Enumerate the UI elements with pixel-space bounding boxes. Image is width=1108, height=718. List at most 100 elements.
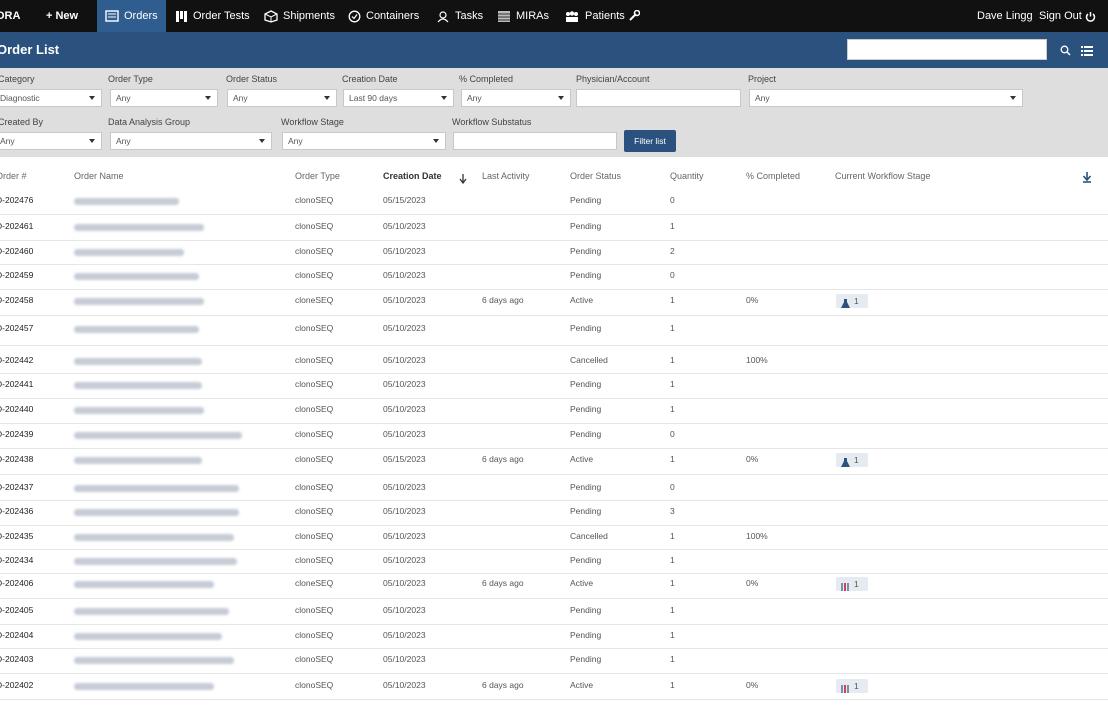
table-row[interactable]: D-202405 clonoSEQ 05/10/2023 Pending 1 [0, 598, 1108, 625]
order-name-redacted[interactable] [74, 534, 234, 541]
project-select[interactable]: Any [749, 89, 1023, 107]
nav-tasks[interactable]: Tasks [436, 0, 483, 32]
table-row[interactable]: D-202438 clonoSEQ 05/15/2023 6 days ago Acti… [0, 448, 1108, 475]
category-select[interactable]: Diagnostic [0, 89, 102, 107]
order-name-redacted[interactable] [74, 683, 214, 690]
order-id-link[interactable]: D-202458 [0, 295, 33, 305]
order-id-link[interactable]: D-202461 [0, 221, 33, 231]
data-analysis-group-select[interactable]: Any [110, 132, 272, 150]
table-row[interactable]: D-202461 clonoSEQ 05/10/2023 Pending 1 [0, 214, 1108, 241]
order-id-link[interactable]: D-202460 [0, 246, 33, 256]
search-input[interactable] [847, 39, 1047, 60]
sort-down-icon[interactable] [459, 171, 467, 189]
order-name-redacted[interactable] [74, 326, 199, 333]
order-id-link[interactable]: D-202402 [0, 680, 33, 690]
order-type-select[interactable]: Any [110, 89, 218, 107]
order-id-link[interactable]: D-202437 [0, 482, 33, 492]
table-row[interactable]: D-202440 clonoSEQ 05/10/2023 Pending 1 [0, 398, 1108, 424]
order-id-link[interactable]: D-202406 [0, 578, 33, 588]
physician-account-input[interactable] [576, 89, 741, 107]
order-id-link[interactable]: D-202404 [0, 630, 33, 640]
order-name-redacted[interactable] [74, 509, 239, 516]
search-icon[interactable] [1060, 43, 1071, 61]
order-id-link[interactable]: D-202442 [0, 355, 33, 365]
order-name-redacted[interactable] [74, 608, 229, 615]
col-quantity[interactable]: Quantity [670, 171, 704, 181]
table-row[interactable]: D-202406 cloneSEQ 05/10/2023 6 days ago Acti… [0, 573, 1108, 599]
app-brand[interactable]: ORA [0, 0, 20, 32]
order-status-select[interactable]: Any [227, 89, 337, 107]
order-id-link[interactable]: D-202459 [0, 270, 33, 280]
col-pct-completed[interactable]: % Completed [746, 171, 800, 181]
order-name-redacted[interactable] [74, 298, 204, 305]
order-name-redacted[interactable] [74, 407, 204, 414]
order-name-redacted[interactable] [74, 249, 184, 256]
order-id-link[interactable]: D-202441 [0, 379, 33, 389]
workflow-stage-badge[interactable]: 1 [836, 294, 868, 308]
table-row[interactable]: D-202436 clonoSEQ 05/10/2023 Pending 3 [0, 500, 1108, 526]
table-row[interactable]: D-202435 clonoSEQ 05/10/2023 Cancelled 1 100% [0, 525, 1108, 550]
nav-shipments[interactable]: Shipments [264, 0, 335, 32]
nav-patients[interactable]: Patients [564, 0, 625, 32]
new-button[interactable]: + New [46, 0, 78, 32]
order-name-redacted[interactable] [74, 432, 242, 439]
col-order-name[interactable]: Order Name [74, 171, 124, 181]
list-icon[interactable] [1081, 43, 1093, 61]
workflow-stage-badge[interactable]: 1 [836, 679, 868, 693]
order-id-link[interactable]: D-202403 [0, 654, 33, 664]
order-id-link[interactable]: D-202476 [0, 195, 33, 205]
col-workflow-stage[interactable]: Current Workflow Stage [835, 171, 930, 181]
workflow-stage-badge[interactable]: 1 [836, 577, 868, 591]
filter-list-button[interactable]: Filter list [624, 130, 676, 152]
user-name[interactable]: Dave Lingg [977, 0, 1033, 32]
table-row[interactable]: D-202442 clonoSEQ 05/10/2023 Cancelled 1 100% [0, 345, 1108, 374]
table-row[interactable]: D-202460 clonoSEQ 05/10/2023 Pending 2 [0, 240, 1108, 265]
col-order-status[interactable]: Order Status [570, 171, 621, 181]
table-row[interactable]: D-202434 clonoSEQ 05/10/2023 Pending 1 [0, 549, 1108, 574]
creation-date-select[interactable]: Last 90 days [343, 89, 454, 107]
power-button[interactable] [1085, 0, 1096, 32]
order-name-redacted[interactable] [74, 273, 199, 280]
table-row[interactable]: D-202441 clonoSEQ 05/10/2023 Pending 1 [0, 373, 1108, 399]
table-row[interactable]: D-202476 clonoSEQ 05/15/2023 Pending 0 [0, 189, 1108, 215]
order-name-redacted[interactable] [74, 382, 202, 389]
tools-button[interactable] [628, 0, 640, 32]
workflow-stage-badge[interactable]: 1 [836, 453, 868, 467]
order-id-link[interactable]: D-202440 [0, 404, 33, 414]
order-id-link[interactable]: D-202438 [0, 454, 33, 464]
sign-out-link[interactable]: Sign Out [1039, 0, 1082, 32]
workflow-substatus-input[interactable] [453, 132, 617, 150]
pct-completed-select[interactable]: Any [461, 89, 571, 107]
order-id-link[interactable]: D-202436 [0, 506, 33, 516]
table-row[interactable]: D-202403 clonoSEQ 05/10/2023 Pending 1 [0, 648, 1108, 674]
table-row[interactable]: D-202458 cloneSEQ 05/10/2023 6 days ago Acti… [0, 289, 1108, 316]
order-name-redacted[interactable] [74, 581, 214, 588]
table-row[interactable]: D-202437 clonoSEQ 05/10/2023 Pending 0 [0, 474, 1108, 501]
created-by-select[interactable]: Any [0, 132, 102, 150]
nav-miras[interactable]: MIRAs [497, 0, 549, 32]
order-name-redacted[interactable] [74, 558, 237, 565]
nav-order-tests[interactable]: Order Tests [175, 0, 250, 32]
order-name-redacted[interactable] [74, 358, 202, 365]
table-row[interactable]: D-202457 clonoSEQ 05/10/2023 Pending 1 [0, 315, 1108, 346]
download-icon[interactable] [1082, 170, 1092, 188]
order-id-link[interactable]: D-202434 [0, 555, 33, 565]
order-name-redacted[interactable] [74, 633, 222, 640]
workflow-stage-select[interactable]: Any [282, 132, 446, 150]
col-order-type[interactable]: Order Type [295, 171, 340, 181]
order-id-link[interactable]: D-202439 [0, 429, 33, 439]
order-id-link[interactable]: D-202457 [0, 323, 33, 333]
order-name-redacted[interactable] [74, 198, 179, 205]
nav-orders[interactable]: Orders [97, 0, 166, 32]
table-row[interactable]: D-202402 clonoSEQ 05/10/2023 6 days ago Acti… [0, 673, 1108, 700]
order-name-redacted[interactable] [74, 457, 202, 464]
col-order-num[interactable]: Order # [0, 171, 27, 181]
table-row[interactable]: D-202459 clonoSEQ 05/10/2023 Pending 0 [0, 264, 1108, 290]
order-name-redacted[interactable] [74, 224, 204, 231]
order-id-link[interactable]: D-202405 [0, 605, 33, 615]
order-id-link[interactable]: D-202435 [0, 531, 33, 541]
col-creation-date[interactable]: Creation Date [383, 171, 442, 181]
table-row[interactable]: D-202439 clonoSEQ 05/10/2023 Pending 0 [0, 423, 1108, 449]
order-name-redacted[interactable] [74, 657, 234, 664]
col-last-activity[interactable]: Last Activity [482, 171, 530, 181]
